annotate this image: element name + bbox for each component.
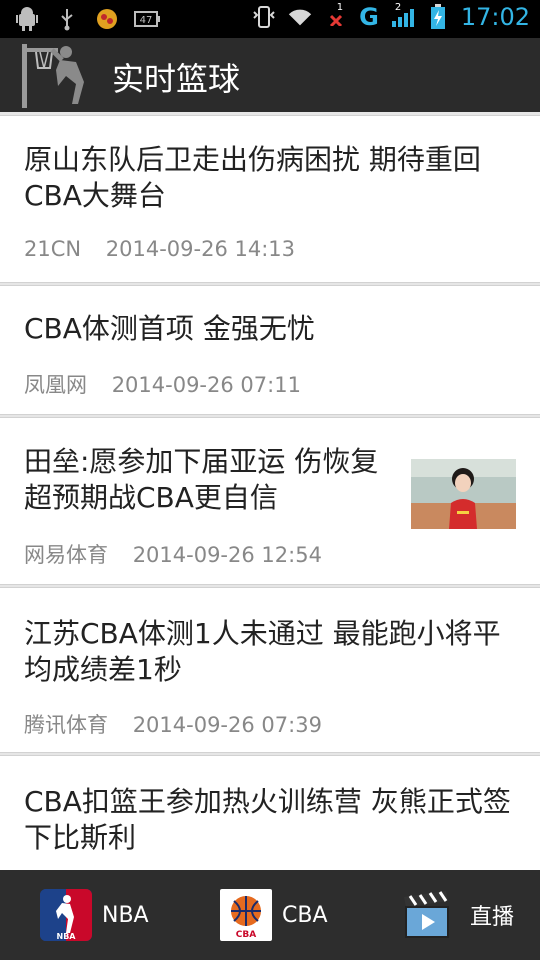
news-item[interactable]: 原山东队后卫走出伤病困扰 期待重回CBA大舞台 21CN 2014-09-26 … <box>0 115 540 283</box>
android-debug-icon <box>14 6 40 32</box>
news-datetime: 2014-09-26 12:54 <box>132 543 322 567</box>
app-notification-icon <box>94 6 120 32</box>
svg-text:CBA: CBA <box>236 930 256 940</box>
news-meta: 腾讯体育 2014-09-26 07:39 <box>24 709 340 739</box>
cell-signal-icon: 2 <box>389 2 415 30</box>
cba-logo-icon: CBA <box>220 889 272 941</box>
news-datetime: 2014-09-26 14:13 <box>105 237 296 261</box>
usb-icon <box>54 6 80 32</box>
news-source: 21CN <box>24 237 82 261</box>
news-title: 田垒:愿参加下届亚运 伤恢复超预期战CBA更自信 <box>24 445 379 514</box>
news-title: 江苏CBA体测1人未通过 最能跑小将平均成绩差1秒 <box>24 617 501 686</box>
news-item[interactable]: CBA扣篮王参加热火训练营 灰熊正式签下比斯利 <box>0 755 540 870</box>
news-item[interactable]: 江苏CBA体测1人未通过 最能跑小将平均成绩差1秒 腾讯体育 2014-09-2… <box>0 587 540 753</box>
svg-text:47: 47 <box>140 15 153 26</box>
tab-cba[interactable]: CBA CBA <box>220 887 328 943</box>
vibrate-icon <box>251 4 277 30</box>
news-source: 网易体育 <box>24 543 108 567</box>
battery-47-icon: 47 <box>134 6 160 32</box>
clapperboard-icon <box>402 889 454 941</box>
news-source: 腾讯体育 <box>24 713 108 737</box>
tab-nba[interactable]: NBA NBA <box>40 887 149 943</box>
news-meta: 凤凰网 2014-09-26 07:11 <box>24 369 319 399</box>
basketball-player-logo-icon[interactable] <box>18 42 96 108</box>
no-signal-sim1-icon: 1 <box>323 2 349 30</box>
network-type-label: G <box>359 3 379 31</box>
news-source: 凤凰网 <box>24 373 87 397</box>
news-title: 原山东队后卫走出伤病困扰 期待重回CBA大舞台 <box>24 143 481 212</box>
status-bar: 47 1 G 2 17:02 <box>0 0 540 38</box>
wifi-icon <box>287 4 313 30</box>
nba-logo-icon: NBA <box>40 889 92 941</box>
news-thumbnail <box>411 459 516 529</box>
news-title: CBA体测首项 金强无忧 <box>24 312 315 345</box>
app-title: 实时篮球 <box>112 60 241 98</box>
news-title: CBA扣篮王参加热火训练营 灰熊正式签下比斯利 <box>24 785 511 854</box>
tab-label: NBA <box>102 902 149 928</box>
clock: 17:02 <box>460 3 530 31</box>
news-item[interactable]: 田垒:愿参加下届亚运 伤恢复超预期战CBA更自信 网易体育 2014-09-26… <box>0 417 540 585</box>
tab-label: 直播 <box>470 905 515 930</box>
news-datetime: 2014-09-26 07:39 <box>132 713 322 737</box>
tab-label: CBA <box>282 902 328 928</box>
bottom-nav: NBA NBA CBA CBA 直播 <box>0 870 540 960</box>
svg-text:NBA: NBA <box>57 932 77 941</box>
news-datetime: 2014-09-26 07:11 <box>111 373 301 397</box>
news-meta: 21CN 2014-09-26 14:13 <box>24 237 313 261</box>
news-item[interactable]: CBA体测首项 金强无忧 凤凰网 2014-09-26 07:11 <box>0 285 540 415</box>
battery-charging-icon <box>425 4 451 30</box>
action-bar: 实时篮球 <box>0 38 540 112</box>
news-list[interactable]: 原山东队后卫走出伤病困扰 期待重回CBA大舞台 21CN 2014-09-26 … <box>0 114 540 870</box>
tab-live[interactable]: 直播 <box>402 887 514 943</box>
news-meta: 网易体育 2014-09-26 12:54 <box>24 539 340 569</box>
